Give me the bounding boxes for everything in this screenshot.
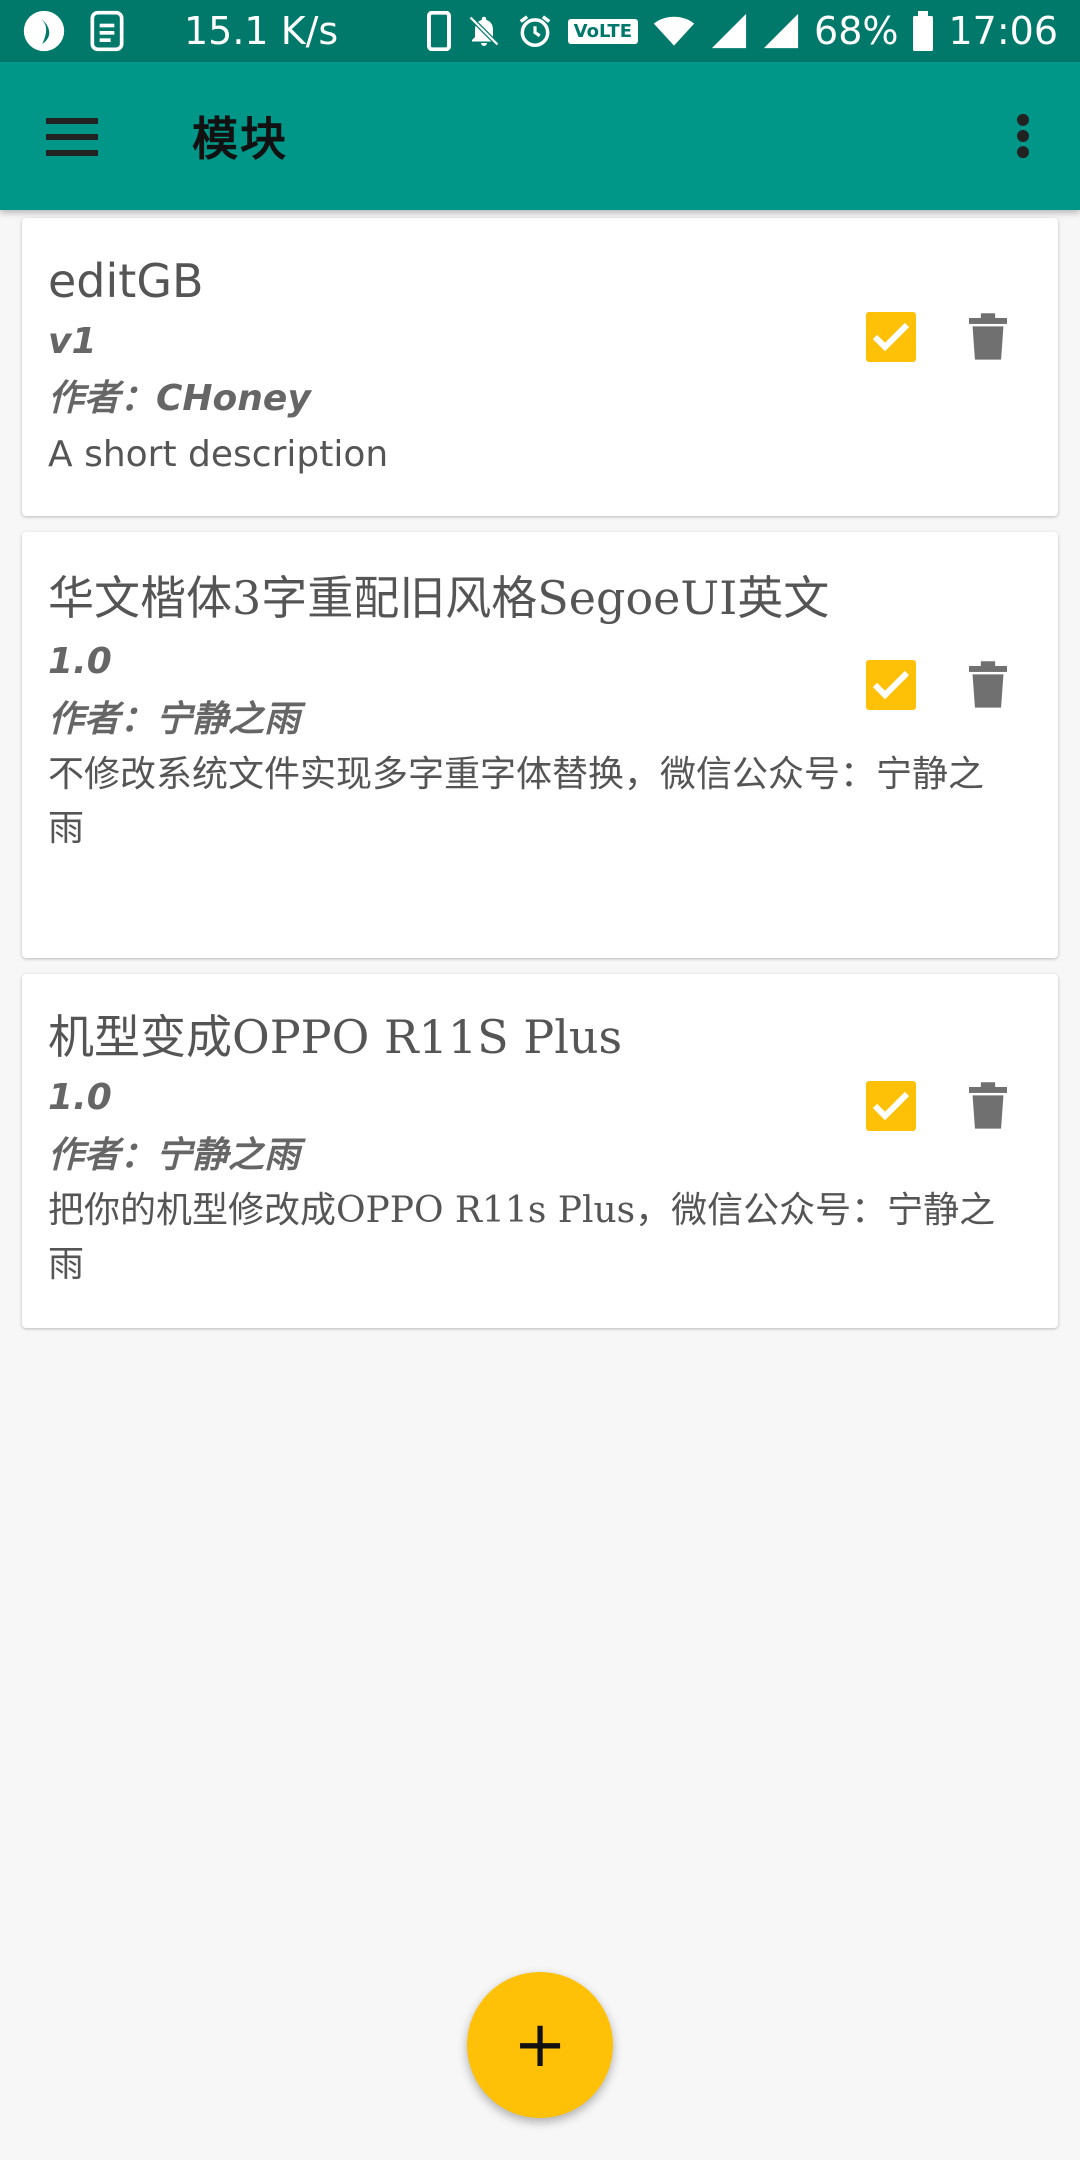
delete-button[interactable]: [964, 657, 1012, 713]
menu-icon: [46, 118, 98, 156]
module-version: 1.0: [48, 1077, 112, 1118]
delete-button[interactable]: [964, 309, 1012, 365]
trash-icon: [969, 1082, 1007, 1129]
check-icon: [872, 670, 910, 700]
enable-checkbox[interactable]: [866, 1081, 916, 1131]
module-card[interactable]: 机型变成OPPO R11S Plus 1.0 作者：宁静之雨 把你的机型修改成O…: [22, 974, 1058, 1328]
module-description: 把你的机型修改成OPPO R11s Plus，微信公众号：宁静之雨: [48, 1190, 996, 1285]
notifications-off-icon: [466, 11, 502, 51]
delete-button[interactable]: [964, 1078, 1012, 1134]
browser-icon: [22, 9, 66, 53]
overflow-menu-button[interactable]: [978, 76, 1068, 196]
module-name: editGB: [48, 254, 204, 308]
app-bar: 模块: [0, 62, 1080, 210]
battery-percent: 68%: [814, 9, 899, 53]
module-author: 作者：CHoney: [48, 378, 311, 419]
add-module-button[interactable]: +: [467, 1972, 613, 2118]
alarm-icon: [516, 12, 554, 50]
volte-icon: VoLTE: [567, 18, 639, 44]
battery-icon: [912, 11, 934, 51]
signal-icon: [710, 12, 748, 50]
module-version: 1.0: [48, 641, 112, 682]
module-list: editGB v1 作者：CHoney A short description …: [22, 218, 1058, 1344]
plus-icon: +: [513, 2008, 567, 2082]
module-name: 华文楷体3字重配旧风格SegoeUI英文: [48, 571, 830, 625]
trash-icon: [969, 313, 1007, 360]
module-author: 作者：宁静之雨: [48, 698, 301, 740]
module-description: A short description: [48, 434, 389, 475]
module-version: v1: [48, 321, 97, 362]
signal-icon-2: [762, 12, 800, 50]
trash-icon: [969, 661, 1007, 708]
status-bar: 15.1 K/s VoLTE 68% 17:06: [0, 0, 1080, 62]
document-icon: [88, 9, 126, 53]
network-speed: 15.1 K/s: [184, 9, 339, 53]
wifi-icon: [652, 12, 696, 50]
enable-checkbox[interactable]: [866, 660, 916, 710]
check-icon: [872, 1091, 910, 1121]
menu-button[interactable]: [12, 76, 132, 196]
enable-checkbox[interactable]: [866, 312, 916, 362]
check-icon: [872, 322, 910, 352]
module-author: 作者：宁静之雨: [48, 1134, 301, 1176]
more-vert-icon: [1017, 113, 1029, 159]
phone-icon: [426, 11, 452, 51]
clock: 17:06: [948, 9, 1058, 53]
module-name: 机型变成OPPO R11S Plus: [48, 1010, 623, 1064]
page-title: 模块: [192, 112, 288, 166]
module-description: 不修改系统文件实现多字重字体替换，微信公众号：宁静之雨: [48, 754, 985, 849]
